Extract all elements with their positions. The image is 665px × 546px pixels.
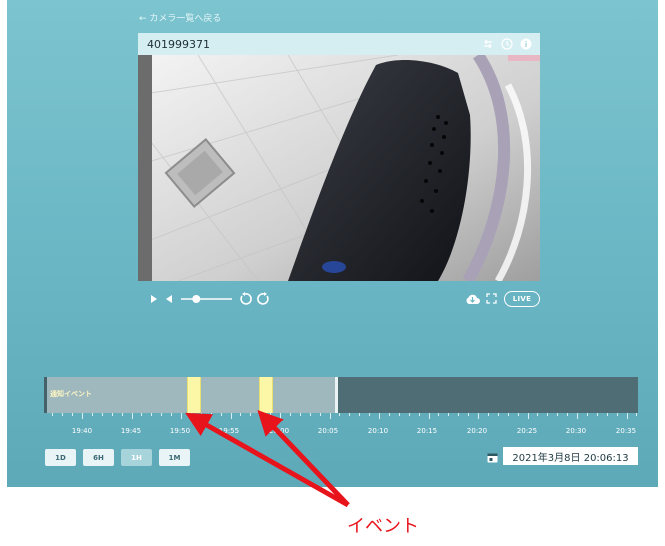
annotation-arrows <box>185 409 350 508</box>
annotation-label: イベント <box>347 516 419 537</box>
annotation-arrow <box>185 412 350 508</box>
annotation-arrow <box>257 409 350 507</box>
